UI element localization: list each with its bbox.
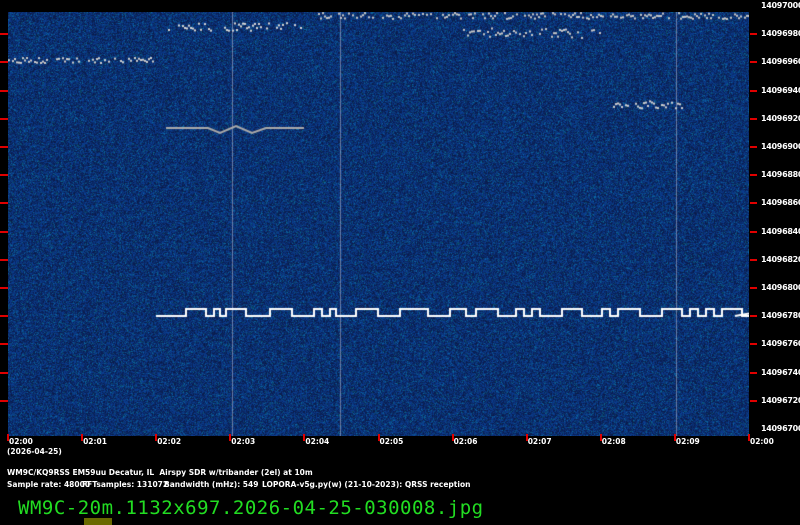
frequency-tick [750, 118, 757, 120]
frequency-tick [0, 202, 8, 204]
frequency-label: 14096980 [761, 29, 800, 38]
filename-title: WM9C-20m.1132x697.2026-04-25-030008.jpg [18, 497, 484, 519]
frequency-tick [0, 315, 8, 317]
frequency-tick [750, 174, 757, 176]
frequency-tick [0, 400, 8, 402]
time-label: 02:03 [231, 437, 255, 446]
time-tick [7, 434, 9, 441]
frequency-label: 14096700 [761, 424, 800, 433]
time-label: 02:07 [528, 437, 552, 446]
frequency-label: 14096920 [761, 114, 800, 123]
time-tick [229, 434, 231, 441]
frequency-label: 14096820 [761, 255, 800, 264]
time-tick [526, 434, 528, 441]
time-tick [303, 434, 305, 441]
frequency-tick [750, 372, 757, 374]
frequency-tick [750, 231, 757, 233]
frequency-label: 14096720 [761, 396, 800, 405]
frequency-tick [750, 400, 757, 402]
frequency-tick [750, 146, 757, 148]
frequency-label: 14096800 [761, 283, 800, 292]
frequency-label: 14096900 [761, 142, 800, 151]
frequency-tick [0, 90, 8, 92]
time-label: 02:08 [602, 437, 626, 446]
time-label: 02:09 [676, 437, 700, 446]
time-label: 02:04 [305, 437, 329, 446]
time-label: 02:00 [9, 437, 33, 446]
frequency-tick [0, 33, 8, 35]
time-label: 02:02 [157, 437, 181, 446]
frequency-label: 14096860 [761, 198, 800, 207]
time-tick [674, 434, 676, 441]
software-info: LOPORA-v5g.py(w) (21-10-2023): QRSS rece… [262, 480, 470, 489]
time-label: 02:05 [380, 437, 404, 446]
time-label: 02:00 [750, 437, 774, 446]
frequency-tick [0, 231, 8, 233]
progress-marker [84, 518, 112, 525]
frequency-label: 14096840 [761, 227, 800, 236]
time-label: 02:06 [454, 437, 478, 446]
time-tick [378, 434, 380, 441]
frequency-tick [750, 287, 757, 289]
frequency-label: 14096740 [761, 368, 800, 377]
frequency-tick [750, 61, 757, 63]
frequency-tick [750, 315, 757, 317]
frequency-tick [0, 343, 8, 345]
time-tick [600, 434, 602, 441]
frequency-tick [750, 90, 757, 92]
time-tick [452, 434, 454, 441]
time-label: 02:01 [83, 437, 107, 446]
frequency-tick [750, 202, 757, 204]
frequency-label: 14096960 [761, 57, 800, 66]
frequency-tick [750, 259, 757, 261]
bandwidth: Bandwidth (mHz): 549 [164, 480, 258, 489]
frequency-tick [0, 118, 8, 120]
time-tick [81, 434, 83, 441]
sample-rate: Sample rate: 48000 [7, 480, 90, 489]
waterfall-spectrogram [8, 12, 749, 436]
time-tick [155, 434, 157, 441]
time-tick [748, 434, 750, 441]
frequency-tick [0, 372, 8, 374]
frequency-label: 14096780 [761, 311, 800, 320]
frequency-label: 14096760 [761, 339, 800, 348]
frequency-tick [750, 33, 757, 35]
fft-samples: FFTsamples: 131072 [82, 480, 168, 489]
date-label: (2026-04-25) [7, 447, 62, 456]
frequency-label: 14096940 [761, 86, 800, 95]
frequency-tick [0, 174, 8, 176]
frequency-tick [750, 343, 757, 345]
frequency-tick [0, 61, 8, 63]
frequency-tick [0, 259, 8, 261]
frequency-label: 14096880 [761, 170, 800, 179]
frequency-tick [0, 287, 8, 289]
frequency-tick [0, 146, 8, 148]
frequency-label: 14097000 [761, 1, 800, 10]
station-info: WM9C/KQ9RSS EM59uu Decatur, IL Airspy SD… [7, 468, 313, 477]
